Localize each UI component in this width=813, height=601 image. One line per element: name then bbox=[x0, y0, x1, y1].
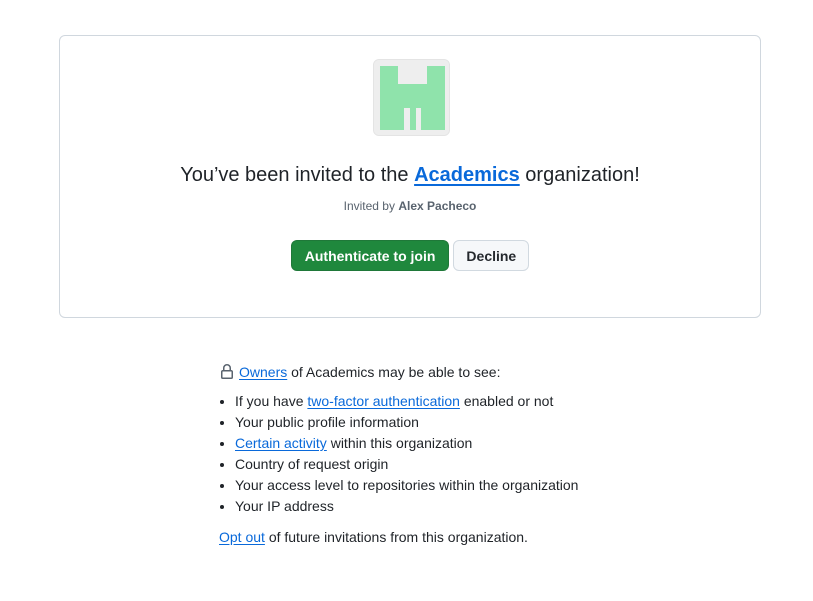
list-item: Your IP address bbox=[235, 496, 639, 517]
list-item: Your access level to repositories within… bbox=[235, 475, 639, 496]
org-avatar bbox=[373, 59, 450, 136]
org-link[interactable]: Academics bbox=[414, 164, 520, 186]
privacy-notice: Owners of Academics may be able to see: … bbox=[219, 362, 639, 547]
authenticate-to-join-button[interactable]: Authenticate to join bbox=[290, 240, 450, 271]
headline-prefix: You’ve been invited to the bbox=[180, 164, 409, 186]
opt-out-link[interactable]: Opt out bbox=[219, 529, 265, 545]
optout-text: of future invitations from this organiza… bbox=[268, 529, 528, 545]
list-item-text: enabled or not bbox=[463, 393, 554, 409]
list-item: If you have two-factor authentication en… bbox=[235, 391, 639, 412]
list-item-text: within this organization bbox=[330, 435, 473, 451]
decline-button[interactable]: Decline bbox=[453, 240, 530, 271]
invite-headline: You’ve been invited to the Academics org… bbox=[60, 162, 760, 188]
list-item-text: Your IP address bbox=[235, 498, 334, 514]
two-factor-authentication-link[interactable]: two-factor authentication bbox=[307, 393, 460, 409]
list-item: Your public profile information bbox=[235, 412, 639, 433]
list-item: Country of request origin bbox=[235, 454, 639, 475]
identicon-icon bbox=[374, 60, 449, 135]
invite-actions: Authenticate to join Decline bbox=[60, 240, 760, 271]
owners-text: of Academics may be able to see: bbox=[291, 364, 501, 380]
privacy-heading: Owners of Academics may be able to see: bbox=[219, 362, 639, 382]
list-item-text: Your access level to repositories within… bbox=[235, 477, 579, 493]
list-item-text: Country of request origin bbox=[235, 456, 389, 472]
lock-icon bbox=[221, 364, 233, 379]
headline-suffix: organization! bbox=[525, 164, 640, 186]
invited-by-label: Invited by bbox=[343, 199, 395, 213]
inviter-name: Alex Pacheco bbox=[398, 199, 477, 213]
visible-info-list: If you have two-factor authentication en… bbox=[219, 391, 639, 517]
invited-by: Invited by Alex Pacheco bbox=[60, 199, 760, 213]
optout-line: Opt out of future invitations from this … bbox=[219, 527, 639, 547]
list-item-text: Your public profile information bbox=[235, 414, 419, 430]
certain-activity-link[interactable]: Certain activity bbox=[235, 435, 327, 451]
invitation-card: You’ve been invited to the Academics org… bbox=[59, 35, 761, 318]
list-item-text: If you have bbox=[235, 393, 304, 409]
list-item: Certain activity within this organizatio… bbox=[235, 433, 639, 454]
owners-link[interactable]: Owners bbox=[239, 364, 287, 380]
